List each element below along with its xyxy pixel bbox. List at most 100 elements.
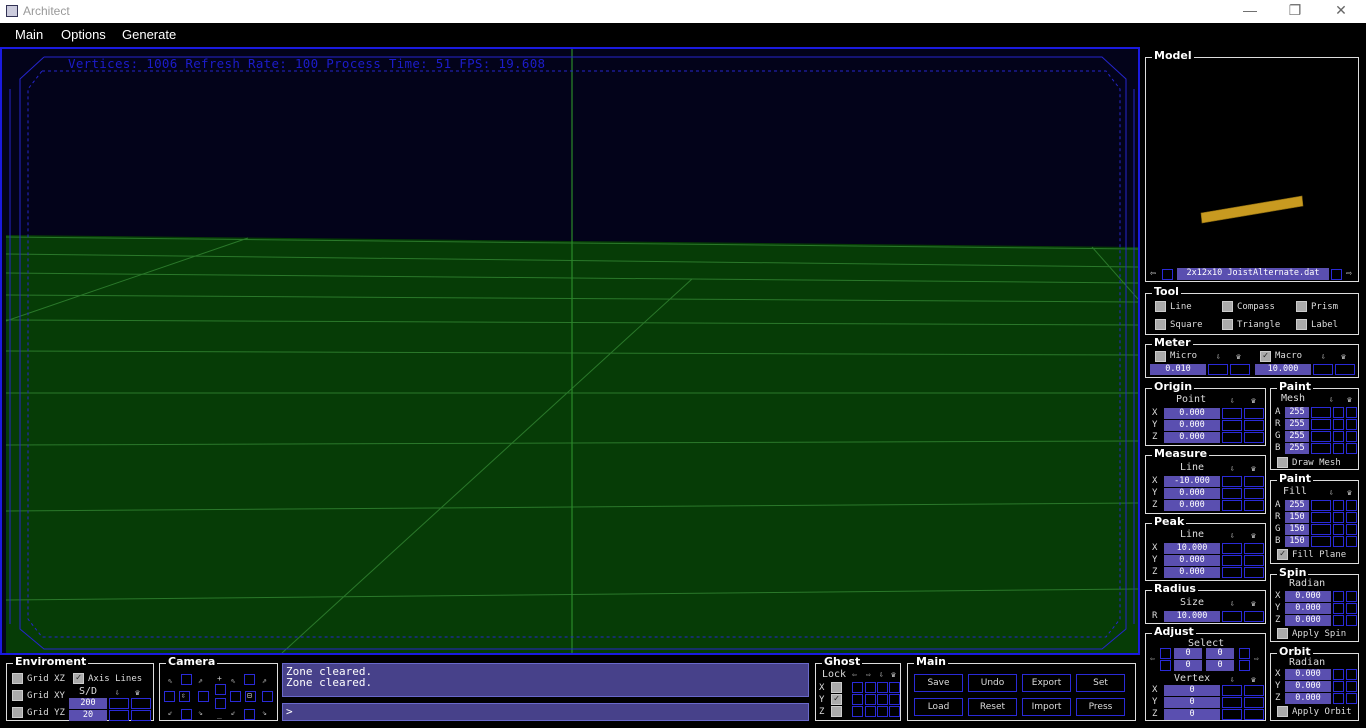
spin-y[interactable]: 0.000 bbox=[1285, 603, 1331, 614]
ghost-box[interactable] bbox=[865, 694, 876, 705]
fill-a-dec[interactable] bbox=[1311, 500, 1331, 511]
apply-orbit-checkbox[interactable] bbox=[1277, 706, 1288, 717]
origin-z[interactable]: 0.000 bbox=[1164, 432, 1220, 443]
mesh-g[interactable]: 255 bbox=[1285, 431, 1309, 442]
measure-y[interactable]: 0.000 bbox=[1164, 488, 1220, 499]
origin-z-dec[interactable] bbox=[1222, 432, 1242, 443]
tool-compass-checkbox[interactable] bbox=[1222, 301, 1233, 312]
camera-button[interactable] bbox=[230, 691, 241, 702]
right-arrow-icon[interactable]: ⇨ bbox=[1254, 654, 1259, 664]
vertex-x-inc[interactable] bbox=[1244, 685, 1264, 696]
camera-button[interactable] bbox=[244, 709, 255, 720]
camera-save-button[interactable]: ⊟ bbox=[245, 691, 256, 702]
rotate-up-right-icon[interactable]: ⇗ bbox=[198, 676, 203, 686]
lock-icon[interactable]: ⇩ bbox=[115, 688, 120, 698]
orbit-x-inc[interactable] bbox=[1346, 669, 1357, 680]
pan-down-right-icon[interactable]: ⇘ bbox=[262, 708, 267, 718]
origin-y-dec[interactable] bbox=[1222, 420, 1242, 431]
fill-r-inc[interactable] bbox=[1333, 512, 1344, 523]
ghost-box[interactable] bbox=[877, 682, 888, 693]
left-arrow-icon[interactable]: ⇦ bbox=[852, 670, 857, 680]
lock-icon[interactable]: ⇩ bbox=[1329, 395, 1334, 405]
reset-button[interactable]: Reset bbox=[968, 698, 1017, 716]
grid-density-value[interactable]: 20 bbox=[69, 710, 107, 721]
reset-icon[interactable]: ♛ bbox=[1251, 464, 1256, 474]
prev-model-button[interactable] bbox=[1162, 269, 1173, 280]
spin-x-inc[interactable] bbox=[1346, 591, 1357, 602]
fill-a[interactable]: 255 bbox=[1285, 500, 1309, 511]
3d-viewport[interactable]: Vertices: 1006 Refresh Rate: 100 Process… bbox=[0, 47, 1140, 655]
origin-x-dec[interactable] bbox=[1222, 408, 1242, 419]
pan-down-left-icon[interactable]: ⇙ bbox=[231, 708, 236, 718]
vertex-y-dec[interactable] bbox=[1222, 697, 1242, 708]
right-arrow-icon[interactable]: ⇨ bbox=[866, 670, 871, 680]
micro-inc-button[interactable] bbox=[1230, 364, 1250, 375]
fill-r[interactable]: 150 bbox=[1285, 512, 1309, 523]
macro-checkbox[interactable]: ✓ bbox=[1260, 351, 1271, 362]
fill-r-inc2[interactable] bbox=[1346, 512, 1357, 523]
menu-options[interactable]: Options bbox=[61, 27, 106, 42]
fill-g-inc[interactable] bbox=[1333, 524, 1344, 535]
mesh-b-inc[interactable] bbox=[1333, 443, 1344, 454]
grid-size-inc[interactable] bbox=[131, 698, 151, 709]
ghost-box[interactable] bbox=[852, 706, 863, 717]
origin-y-inc[interactable] bbox=[1244, 420, 1264, 431]
reset-icon[interactable]: ♛ bbox=[1251, 531, 1256, 541]
reset-icon[interactable]: ♛ bbox=[1251, 599, 1256, 609]
select-value[interactable]: 0 bbox=[1206, 648, 1234, 659]
spin-z-dec[interactable] bbox=[1333, 615, 1344, 626]
vertex-y[interactable]: 0 bbox=[1164, 697, 1220, 708]
menu-main[interactable]: Main bbox=[15, 27, 43, 42]
lock-icon[interactable]: ⇩ bbox=[1230, 396, 1235, 406]
set-button[interactable]: Set bbox=[1076, 674, 1125, 692]
radius-dec[interactable] bbox=[1222, 611, 1242, 622]
lock-icon[interactable]: ⇩ bbox=[1230, 531, 1235, 541]
next-model-button[interactable] bbox=[1331, 269, 1342, 280]
measure-z[interactable]: 0.000 bbox=[1164, 500, 1220, 511]
peak-z-dec[interactable] bbox=[1222, 567, 1242, 578]
mesh-g-dec[interactable] bbox=[1311, 431, 1331, 442]
fill-b[interactable]: 150 bbox=[1285, 536, 1309, 547]
spin-y-dec[interactable] bbox=[1333, 603, 1344, 614]
ghost-box[interactable] bbox=[865, 706, 876, 717]
mesh-a-inc[interactable] bbox=[1333, 407, 1344, 418]
ghost-z-checkbox[interactable] bbox=[831, 706, 842, 717]
fill-g[interactable]: 150 bbox=[1285, 524, 1309, 535]
rotate-up-left-icon[interactable]: ⇖ bbox=[168, 676, 173, 686]
macro-value[interactable]: 10.000 bbox=[1255, 364, 1311, 375]
mesh-b[interactable]: 255 bbox=[1285, 443, 1309, 454]
ghost-box[interactable] bbox=[877, 706, 888, 717]
draw-mesh-checkbox[interactable] bbox=[1277, 457, 1288, 468]
reset-icon[interactable]: ♛ bbox=[1251, 675, 1256, 685]
reset-icon[interactable]: ♛ bbox=[1347, 488, 1352, 498]
orbit-y[interactable]: 0.000 bbox=[1285, 681, 1331, 692]
camera-button[interactable] bbox=[181, 709, 192, 720]
mesh-a-inc2[interactable] bbox=[1346, 407, 1357, 418]
vertex-y-inc[interactable] bbox=[1244, 697, 1264, 708]
select-value[interactable]: 0 bbox=[1174, 648, 1202, 659]
maximize-icon[interactable]: ❐ bbox=[1280, 2, 1310, 19]
fill-g-dec[interactable] bbox=[1311, 524, 1331, 535]
lock-icon[interactable]: ⇩ bbox=[1230, 599, 1235, 609]
camera-button[interactable] bbox=[164, 691, 175, 702]
ghost-box[interactable] bbox=[852, 682, 863, 693]
peak-y[interactable]: 0.000 bbox=[1164, 555, 1220, 566]
import-button[interactable]: Import bbox=[1022, 698, 1071, 716]
peak-z[interactable]: 0.000 bbox=[1164, 567, 1220, 578]
pan-up-right-icon[interactable]: ⇗ bbox=[262, 676, 267, 686]
tool-square-checkbox[interactable] bbox=[1155, 319, 1166, 330]
mesh-b-dec[interactable] bbox=[1311, 443, 1331, 454]
camera-button[interactable] bbox=[244, 674, 255, 685]
measure-x[interactable]: -10.000 bbox=[1164, 476, 1220, 487]
tool-triangle-checkbox[interactable] bbox=[1222, 319, 1233, 330]
vertex-z-inc[interactable] bbox=[1244, 709, 1264, 720]
mesh-r-dec[interactable] bbox=[1311, 419, 1331, 430]
peak-x-inc[interactable] bbox=[1244, 543, 1264, 554]
command-input[interactable]: > bbox=[282, 703, 809, 721]
select-value[interactable]: 0 bbox=[1206, 660, 1234, 671]
ghost-box[interactable] bbox=[852, 694, 863, 705]
ghost-box[interactable] bbox=[877, 694, 888, 705]
reset-icon[interactable]: ♛ bbox=[1236, 352, 1241, 362]
axis-lines-checkbox[interactable]: ✓ bbox=[73, 673, 84, 684]
mesh-a[interactable]: 255 bbox=[1285, 407, 1309, 418]
